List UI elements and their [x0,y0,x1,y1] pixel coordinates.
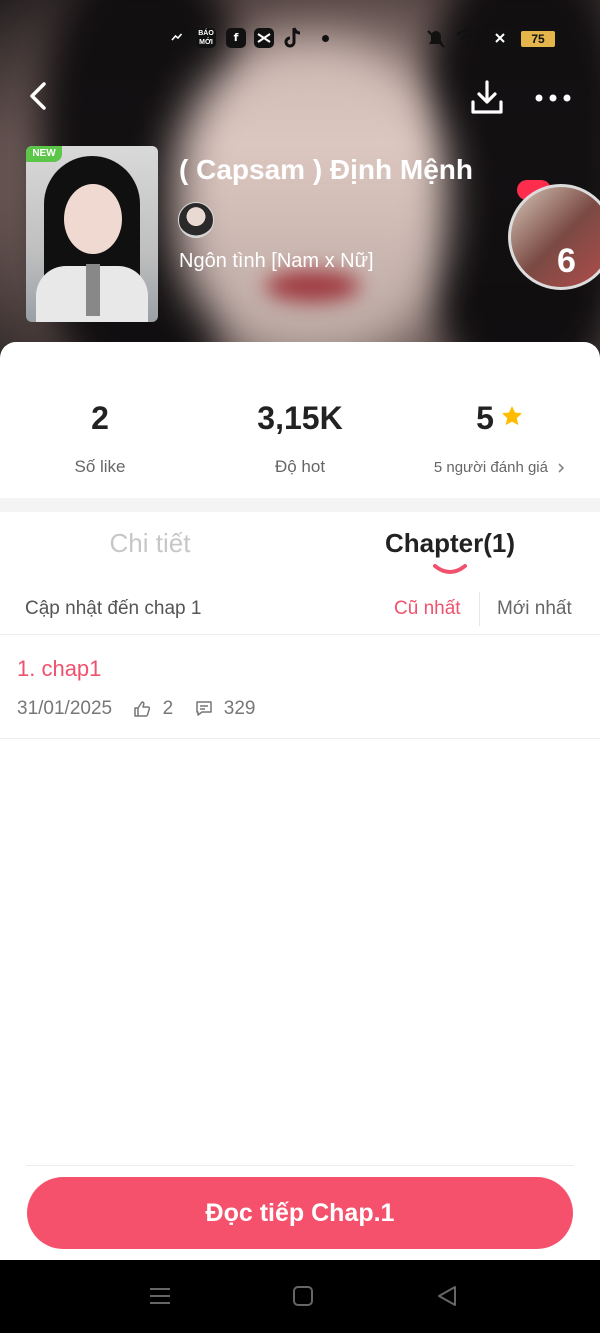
recent-apps-icon[interactable] [148,1284,172,1308]
tab-chapters[interactable]: Chapter(1) [300,528,600,559]
author-avatar[interactable] [178,202,214,238]
chapter-likes: 2 [162,698,174,719]
divider [0,634,600,635]
sort-newest-button[interactable]: Mới nhất [497,598,572,620]
book-genre: Ngôn tình [Nam x Nữ] [179,250,374,272]
wifi-icon [456,28,482,48]
chapter-list-item[interactable]: 1. chap1 31/01/2025 2 329 [0,640,600,738]
likes-value: 2 [91,400,109,436]
hot-value: 3,15K [257,400,343,436]
thumbs-up-icon [134,701,151,717]
sort-divider [479,592,480,626]
messenger-icon [168,29,186,47]
stat-hot: 3,15K Độ hot [200,400,400,477]
chapter-date: 31/01/2025 [17,698,113,719]
battery-icon: 75 [519,29,557,49]
stat-likes: 2 Số like [0,400,200,477]
stat-rating[interactable]: 5 5 người đánh giá [400,400,600,476]
status-bar: 17:50 BÁO MỚI f 75 [0,18,600,58]
back-arrow-icon[interactable] [22,78,58,114]
star-icon [501,406,522,426]
home-icon[interactable] [292,1284,314,1308]
rating-count-label: 5 người đánh giá [433,459,548,476]
section-divider [0,498,600,512]
chapter-title: 1. chap1 [17,656,102,681]
bao-moi-icon: BÁO MỚI [196,28,216,48]
chevron-right-icon [558,463,565,473]
facebook-icon: f [226,28,246,48]
chapter-filter-row: Cập nhật đến chap 1 Cũ nhất Mới nhất [0,588,600,634]
divider [26,1165,574,1166]
new-badge: NEW [26,146,62,162]
book-cover[interactable] [26,146,158,322]
chapter-comments: 329 [223,698,256,719]
more-options-icon[interactable] [533,84,573,112]
download-icon[interactable] [467,78,507,118]
back-nav-icon[interactable] [435,1284,459,1308]
divider [0,738,600,739]
status-time: 17:50 [100,26,151,48]
mute-icon [427,30,445,48]
continue-reading-button[interactable]: Đọc tiếp Chap.1 [27,1177,573,1249]
tab-active-indicator [433,564,467,574]
sort-oldest-button[interactable]: Cũ nhất [394,598,461,620]
system-navigation-bar [0,1260,600,1333]
book-title: ( Capsam ) Định Mệnh [179,154,474,185]
capcut-icon [254,28,274,48]
rating-value: 5 [476,400,494,436]
likes-label: Số like [74,457,126,476]
more-notifications-icon [322,35,329,42]
comment-icon [195,701,212,716]
hot-label: Độ hot [274,457,326,476]
tab-details[interactable]: Chi tiết [0,528,300,559]
update-status: Cập nhật đến chap 1 [25,598,202,619]
no-sim-icon [489,28,511,48]
tiktok-icon [284,27,301,48]
